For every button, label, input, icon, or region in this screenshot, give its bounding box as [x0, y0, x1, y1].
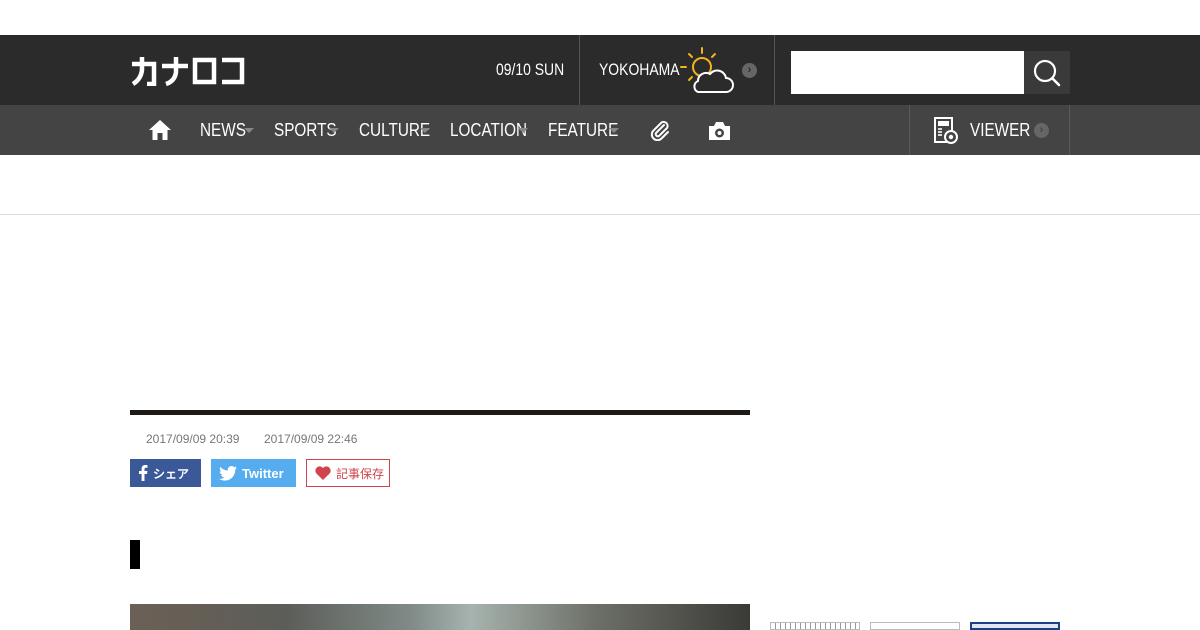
article-top-rule [130, 410, 750, 415]
chevron-down-icon [329, 128, 339, 133]
twitter-share-label: Twitter [242, 465, 284, 481]
chevron-right-icon[interactable]: › [1034, 123, 1049, 138]
header-divider [579, 35, 580, 105]
chevron-down-icon [420, 128, 430, 133]
article-hero-image[interactable] [130, 604, 750, 630]
sidebar-thumbnail[interactable] [870, 622, 960, 630]
search-input[interactable] [791, 51, 1024, 94]
search-icon [1033, 59, 1061, 87]
weather-city[interactable]: YOKOHAMA [599, 60, 680, 80]
camera-icon[interactable] [707, 120, 732, 142]
facebook-icon [139, 465, 148, 481]
header-divider [774, 35, 775, 105]
facebook-share-button[interactable]: シェア [130, 459, 201, 487]
chevron-down-icon [244, 128, 254, 133]
nav-item-news[interactable]: NEWS [200, 118, 246, 142]
weather-more-icon[interactable]: › [742, 63, 757, 78]
home-icon[interactable] [148, 118, 172, 142]
newspaper-viewer-icon [933, 116, 959, 145]
section-divider [0, 214, 1200, 215]
save-article-label: 記事保存 [336, 466, 385, 481]
twitter-bird-icon [219, 465, 237, 481]
sidebar-thumbnail[interactable] [970, 622, 1060, 630]
published-timestamp: 2017/09/09 20:39 [146, 432, 240, 446]
paperclip-icon[interactable] [649, 119, 671, 142]
facebook-share-label: シェア [153, 466, 190, 481]
current-date: 09/10 SUN [496, 60, 565, 79]
updated-timestamp: 2017/09/09 22:46 [264, 432, 358, 446]
nav-item-feature[interactable]: FEATURE [548, 118, 618, 142]
heart-icon [315, 466, 331, 480]
chevron-down-icon [609, 128, 619, 133]
save-article-button[interactable]: 記事保存 [306, 459, 390, 487]
search-button[interactable] [1024, 51, 1070, 94]
partly-cloudy-icon[interactable] [680, 45, 734, 95]
nav-item-sports[interactable]: SPORTS [274, 118, 337, 142]
nav-item-location[interactable]: LOCATION [450, 118, 527, 142]
viewer-label[interactable]: VIEWER [970, 118, 1030, 142]
site-logo[interactable] [130, 54, 246, 87]
twitter-share-button[interactable]: Twitter [211, 459, 296, 487]
article-title-marker [130, 540, 140, 569]
chevron-down-icon [518, 128, 528, 133]
sidebar-thumbnail[interactable] [770, 622, 860, 630]
